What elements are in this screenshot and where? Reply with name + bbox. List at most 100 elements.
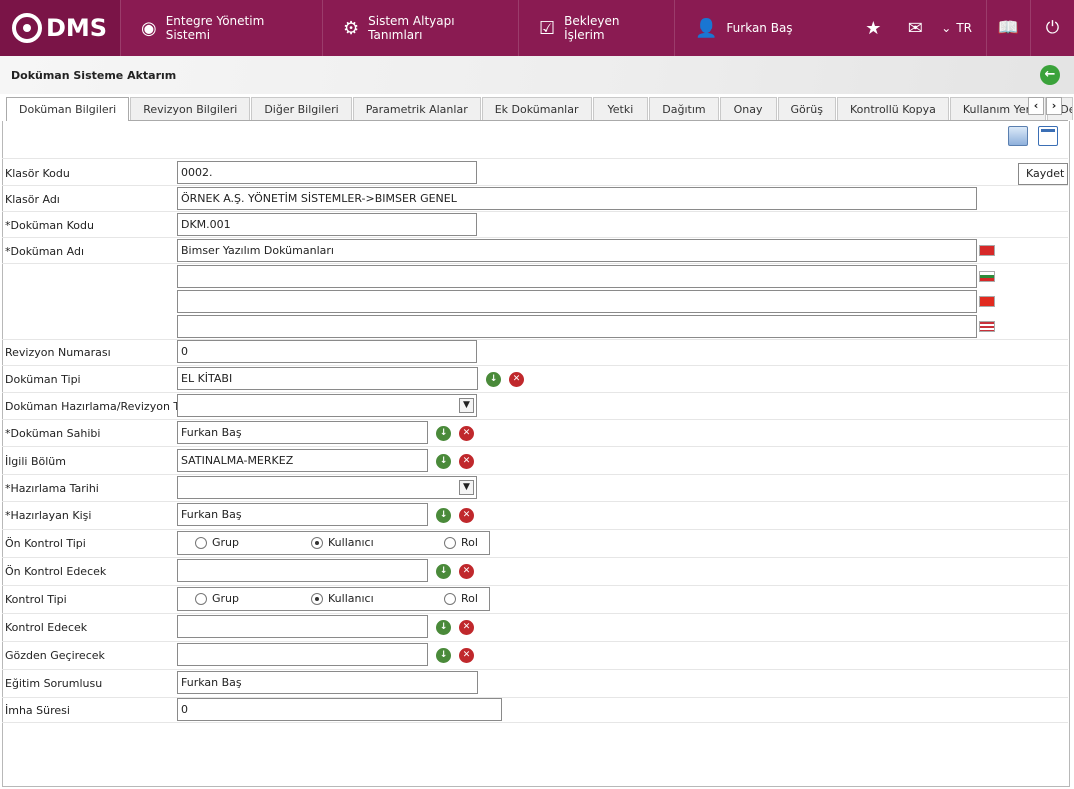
tab-ek-dokumanlar[interactable]: Ek Dokümanlar	[481, 97, 592, 120]
tab-kontrollu-kopya[interactable]: Kontrollü Kopya	[836, 97, 949, 120]
label-on-kontrol-tipi: Ön Kontrol Tipi	[5, 537, 86, 550]
kontrol-tipi-radio-group: Grup Kullanıcı Rol	[177, 587, 490, 611]
ilgili-bolum-field[interactable]: SATINALMA-MERKEZ	[177, 449, 428, 472]
label-ilgili-bolum: İlgili Bölüm	[5, 455, 66, 468]
nav-label: Bekleyen İşlerim	[564, 14, 620, 42]
klasor-kodu-field[interactable]: 0002.	[177, 161, 477, 184]
clipboard-icon: ☑	[539, 17, 556, 39]
app-logo[interactable]: DMS	[0, 0, 120, 56]
flag-bg-icon	[979, 271, 995, 282]
add-icon[interactable]: ↓	[436, 648, 451, 663]
gear-icon: ⚙	[343, 17, 360, 39]
language-selector[interactable]: TR	[956, 21, 972, 35]
label-on-kontrol-edecek: Ön Kontrol Edecek	[5, 565, 107, 578]
on-kontrol-tipi-radio-group: Grup Kullanıcı Rol	[177, 531, 490, 555]
label-dokuman-tipi: Doküman Tipi	[5, 373, 81, 386]
dokuman-adi-field-cn[interactable]	[177, 290, 977, 313]
mail-icon[interactable]: ✉	[894, 18, 936, 39]
power-icon[interactable]: ⏻	[1030, 0, 1074, 56]
tab-diger-bilgileri[interactable]: Diğer Bilgileri	[251, 97, 352, 120]
top-navbar: DMS ◉ Entegre Yönetim Sistemi ⚙ Sistem A…	[0, 0, 1074, 56]
hazirlayan-kisi-field[interactable]: Furkan Baş	[177, 503, 428, 526]
q-logo-icon: ◉	[141, 17, 157, 39]
chevron-right-icon[interactable]: ›	[1046, 97, 1062, 115]
hazirlama-tarihi-select[interactable]: ▼	[177, 476, 477, 499]
dokuman-sahibi-field[interactable]: Furkan Baş	[177, 421, 428, 444]
add-icon[interactable]: ↓	[436, 454, 451, 469]
form-toolbar	[1008, 126, 1058, 146]
gozden-gecirecek-field[interactable]	[177, 643, 428, 666]
add-icon[interactable]: ↓	[436, 620, 451, 635]
label-dokuman-adi: *Doküman Adı	[5, 245, 84, 258]
tab-dokuman-bilgileri[interactable]: Doküman Bilgileri	[6, 97, 130, 121]
delete-icon[interactable]: ✕	[459, 620, 474, 635]
book-icon[interactable]: 📖	[986, 0, 1030, 56]
delete-icon[interactable]: ✕	[459, 508, 474, 523]
page-title: Doküman Sisteme Aktarım	[11, 68, 177, 82]
label-revizyon-numarasi: Revizyon Numarası	[5, 346, 111, 359]
flag-cn-icon	[979, 296, 995, 307]
label-dokuman-kodu: *Doküman Kodu	[5, 219, 94, 232]
radio-rol[interactable]: Rol	[444, 592, 478, 605]
tab-dagitim[interactable]: Dağıtım	[649, 97, 719, 120]
delete-icon[interactable]: ✕	[459, 426, 474, 441]
dokuman-kodu-field[interactable]: DKM.001	[177, 213, 477, 236]
label-kontrol-edecek: Kontrol Edecek	[5, 621, 88, 634]
delete-icon[interactable]: ✕	[509, 372, 524, 387]
hazirlama-turu-select[interactable]: ▼	[177, 394, 477, 417]
radio-kullanici[interactable]: Kullanıcı	[311, 536, 374, 549]
nav-label: Entegre Yönetim Sistemi	[165, 14, 265, 42]
tab-gorus[interactable]: Görüş	[777, 97, 836, 120]
calendar-icon[interactable]	[1038, 126, 1058, 146]
chevron-down-icon[interactable]: ▼	[459, 480, 474, 495]
egitim-sorumlusu-field[interactable]: Furkan Baş	[177, 671, 478, 694]
star-icon[interactable]: ★	[852, 18, 894, 39]
chevron-down-icon[interactable]: ⌄	[936, 21, 956, 35]
flag-us-icon	[979, 321, 995, 332]
label-klasor-adi: Klasör Adı	[5, 193, 60, 206]
radio-kullanici[interactable]: Kullanıcı	[311, 592, 374, 605]
nav-user[interactable]: 👤 Furkan Baş	[674, 0, 834, 56]
imha-suresi-field[interactable]: 0	[177, 698, 502, 721]
back-arrow-icon[interactable]: ←	[1040, 65, 1060, 85]
add-icon[interactable]: ↓	[436, 426, 451, 441]
radio-grup[interactable]: Grup	[195, 592, 239, 605]
save-icon[interactable]	[1008, 126, 1028, 146]
nav-sistem-altyapi[interactable]: ⚙ Sistem Altyapı Tanımları	[322, 0, 518, 56]
title-bar: Doküman Sisteme Aktarım ←	[0, 56, 1074, 94]
radio-grup[interactable]: Grup	[195, 536, 239, 549]
label-hazirlama-tarihi: *Hazırlama Tarihi	[5, 482, 99, 495]
nav-entegre-yonetim[interactable]: ◉ Entegre Yönetim Sistemi	[120, 0, 322, 56]
content-panel	[2, 121, 1070, 787]
delete-icon[interactable]: ✕	[459, 454, 474, 469]
add-icon[interactable]: ↓	[486, 372, 501, 387]
nav-label: Sistem Altyapı Tanımları	[368, 14, 455, 42]
tab-revizyon-bilgileri[interactable]: Revizyon Bilgileri	[130, 97, 251, 120]
chevron-left-icon[interactable]: ‹	[1028, 97, 1044, 115]
dokuman-adi-field-us[interactable]	[177, 315, 977, 338]
dokuman-adi-field-bg[interactable]	[177, 265, 977, 288]
klasor-adi-field[interactable]: ÖRNEK A.Ş. YÖNETİM SİSTEMLER->BIMSER GEN…	[177, 187, 977, 210]
revizyon-numarasi-field[interactable]: 0	[177, 340, 477, 363]
radio-rol[interactable]: Rol	[444, 536, 478, 549]
delete-icon[interactable]: ✕	[459, 564, 474, 579]
label-hazirlama-turu: Doküman Hazırlama/Revizyon Türü	[5, 400, 198, 413]
tab-yetki[interactable]: Yetki	[592, 97, 649, 120]
label-kontrol-tipi: Kontrol Tipi	[5, 593, 67, 606]
dokuman-tipi-field[interactable]: EL KİTABI	[177, 367, 478, 390]
delete-icon[interactable]: ✕	[459, 648, 474, 663]
flag-tr-icon	[979, 245, 995, 256]
add-icon[interactable]: ↓	[436, 564, 451, 579]
kontrol-edecek-field[interactable]	[177, 615, 428, 638]
dokuman-adi-field-tr[interactable]: Bimser Yazılım Dokümanları	[177, 239, 977, 262]
user-name: Furkan Baş	[726, 21, 793, 35]
label-dokuman-sahibi: *Doküman Sahibi	[5, 427, 101, 440]
label-imha-suresi: İmha Süresi	[5, 704, 70, 717]
nav-bekleyen-islerim[interactable]: ☑ Bekleyen İşlerim	[518, 0, 674, 56]
on-kontrol-edecek-field[interactable]	[177, 559, 428, 582]
tab-onay[interactable]: Onay	[719, 97, 777, 120]
label-klasor-kodu: Klasör Kodu	[5, 167, 70, 180]
add-icon[interactable]: ↓	[436, 508, 451, 523]
tab-parametrik-alanlar[interactable]: Parametrik Alanlar	[352, 97, 481, 120]
chevron-down-icon[interactable]: ▼	[459, 398, 474, 413]
